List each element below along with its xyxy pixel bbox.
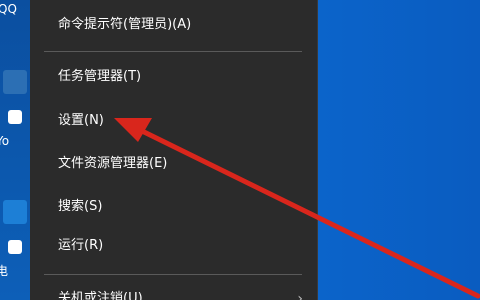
menu-item-settings[interactable]: 设置(N) xyxy=(30,106,317,136)
shortcut-icon xyxy=(8,240,22,254)
menu-item-label: 搜索(S) xyxy=(58,199,103,214)
menu-item-label: 任务管理器(T) xyxy=(58,69,142,84)
desktop-icon-label-yo: Yo xyxy=(0,134,10,148)
menu-item-label: 设置(N) xyxy=(58,113,104,128)
menu-item-command-prompt-admin[interactable]: 命令提示符(管理员)(A) xyxy=(30,10,317,40)
desktop-icon-label-dian: 电 xyxy=(0,264,9,278)
menu-item-run[interactable]: 运行(R) xyxy=(30,231,317,261)
power-user-context-menu: 命令提示符(管理员)(A) 任务管理器(T) 设置(N) 文件资源管理器(E) … xyxy=(30,0,318,300)
menu-item-search[interactable]: 搜索(S) xyxy=(30,192,317,222)
shortcut-icon xyxy=(8,110,22,124)
menu-item-label: 关机或注销(U) xyxy=(58,291,143,300)
menu-item-shutdown-signout[interactable]: 关机或注销(U) › xyxy=(30,284,317,300)
menu-item-label: 命令提示符(管理员)(A) xyxy=(58,17,192,32)
menu-item-label: 运行(R) xyxy=(58,238,104,253)
desktop-icon-label-qq: QQ xyxy=(0,2,17,16)
menu-item-file-explorer[interactable]: 文件资源管理器(E) xyxy=(30,149,317,179)
menu-separator xyxy=(44,51,302,52)
menu-item-task-manager[interactable]: 任务管理器(T) xyxy=(30,62,317,92)
chevron-right-icon: › xyxy=(297,291,303,300)
desktop-app-icon[interactable] xyxy=(3,70,27,94)
menu-separator xyxy=(44,274,302,275)
shield-icon[interactable] xyxy=(3,200,27,224)
desktop-icon-strip: QQ Yo 电 xyxy=(0,0,30,300)
menu-item-label: 文件资源管理器(E) xyxy=(58,156,168,171)
